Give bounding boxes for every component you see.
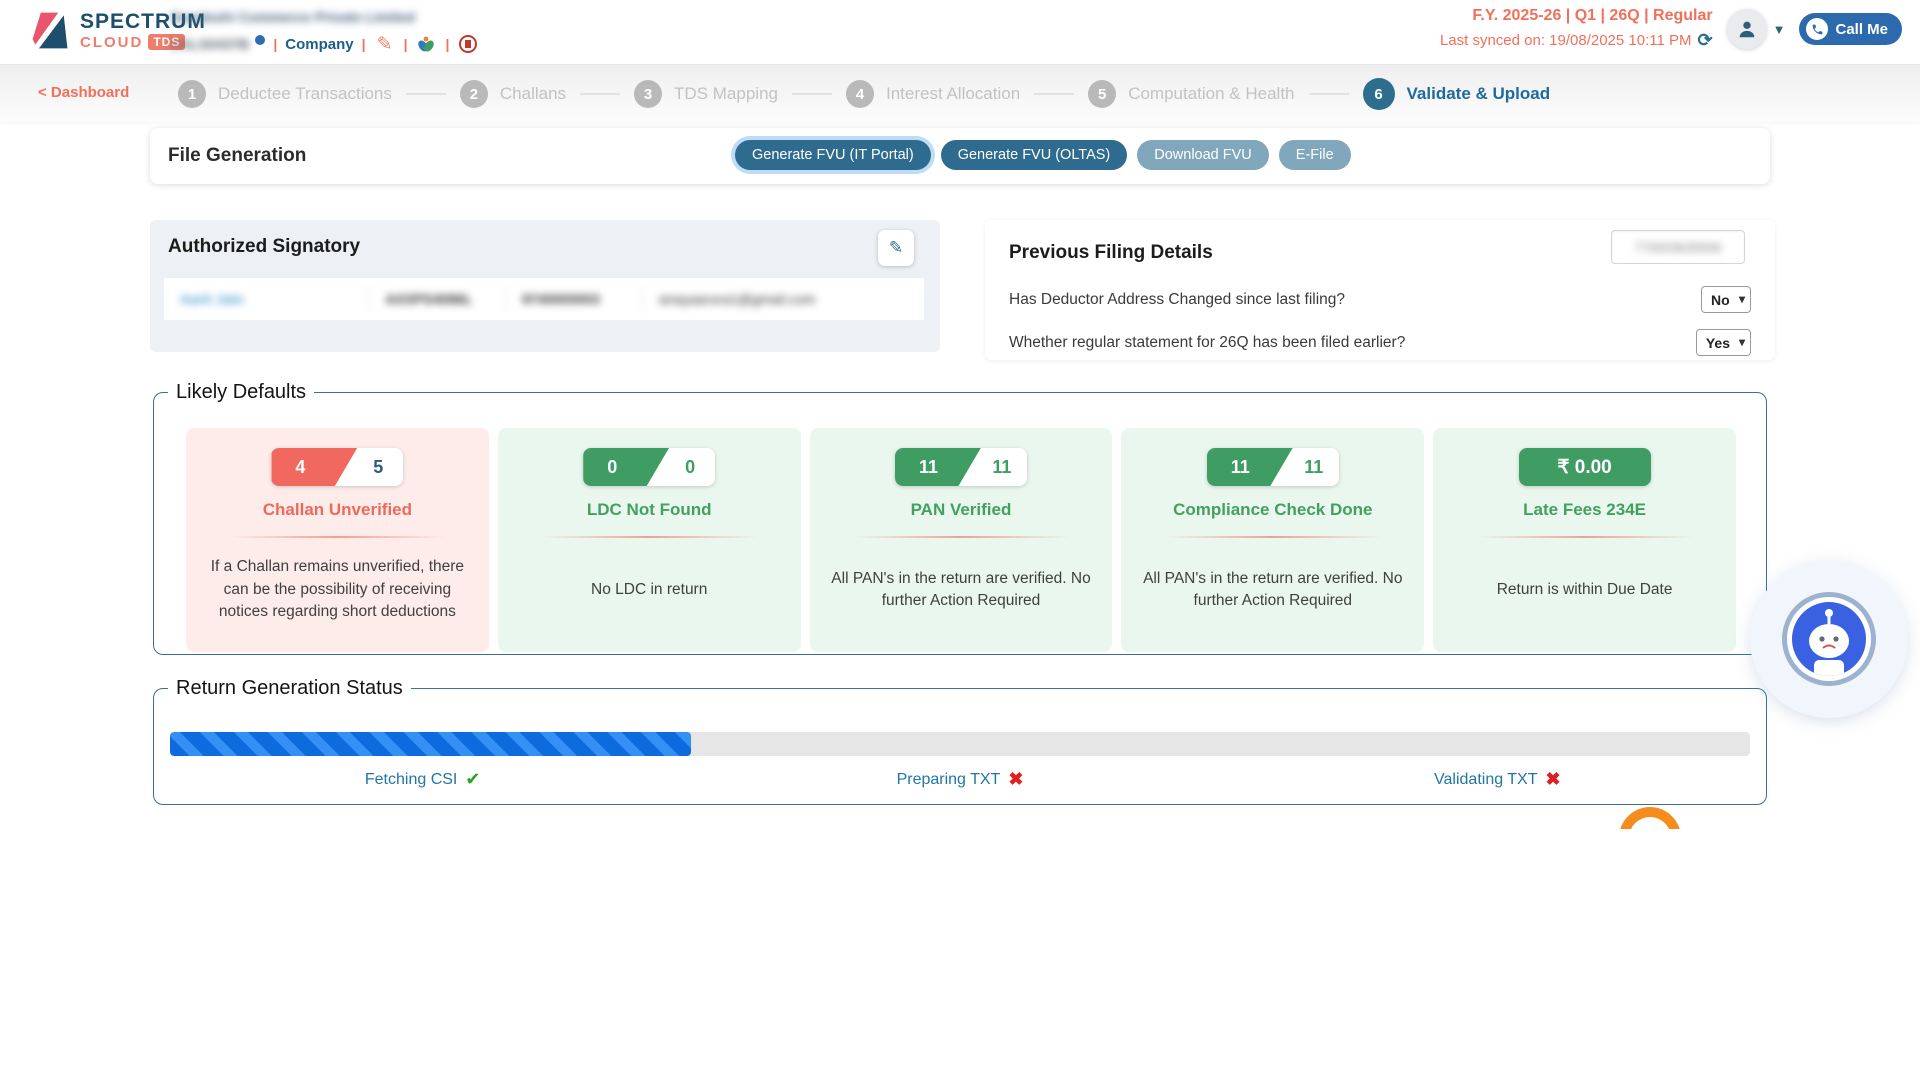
filing-context: F.Y. 2025-26 | Q1 | 26Q | Regular [1440,7,1713,25]
address-changed-question: Has Deductor Address Changed since last … [1009,291,1345,309]
app-header: SPECTRUM CLOUD TDS Swadeshi Commerce Pri… [0,0,1920,64]
step-connector [1034,93,1074,95]
refresh-icon[interactable]: ⟳ [1698,30,1713,51]
receipt-number-input[interactable]: 770003635936 [1611,230,1745,264]
progress-fill [170,732,691,756]
phone-icon [1806,18,1828,40]
select-caret-icon: ▾ [1739,335,1745,349]
edit-company-icon[interactable]: ✎ [374,33,396,55]
company-type-label[interactable]: Company [285,36,353,53]
avatar[interactable] [1727,9,1767,49]
company-name: Swadeshi Commerce Private Limited [170,9,479,25]
progress-bar [170,732,1750,756]
regular-statement-select[interactable]: Yes ▾ [1696,329,1751,356]
authorized-signatory-panel: Authorized Signatory ✎ Aarti Jain AXXPS4… [150,220,940,352]
chatbot-robot-icon [1792,602,1866,676]
card-challan-unverified: 4 5 Challan Unverified If a Challan rema… [186,428,489,652]
step-tds-mapping[interactable]: 3 TDS Mapping [634,80,778,108]
step-connector [792,93,832,95]
card-compliance-check: 11 11 Compliance Check Done All PAN's in… [1121,428,1424,652]
cross-icon: ✖ [1546,769,1561,790]
likely-defaults-section: Likely Defaults 4 5 Challan Unverified I… [153,381,1767,655]
edit-signatory-button[interactable]: ✎ [878,230,914,266]
call-me-button[interactable]: Call Me [1799,13,1902,45]
step-deductee-transactions[interactable]: 1 Deductee Transactions [178,80,392,108]
step-computation-health[interactable]: 5 Computation & Health [1088,80,1294,108]
company-tan: CALS0437B [170,36,249,52]
likely-defaults-title: Likely Defaults [168,381,314,404]
card-late-fees: ₹ 0.00 Late Fees 234E Return is within D… [1433,428,1736,652]
generate-fvu-it-portal-button[interactable]: Generate FVU (IT Portal) [735,140,931,170]
previous-filing-panel: Previous Filing Details 770003635936 Has… [985,220,1775,360]
cross-icon: ✖ [1008,769,1023,790]
signatory-name[interactable]: Aarti Jain [164,286,369,312]
count-badge: 11 11 [895,448,1027,486]
check-icon: ✔ [465,769,480,790]
signatory-phone: 9740000003 [506,286,643,312]
card-ldc-not-found: 0 0 LDC Not Found No LDC in return [498,428,801,652]
step-connector [406,93,446,95]
amount-badge: ₹ 0.00 [1519,448,1651,486]
wizard-stepper: < Dashboard 1 Deductee Transactions 2 Ch… [0,64,1920,122]
loading-spinner [1605,804,1695,829]
efile-button[interactable]: E-File [1279,140,1351,170]
traces-emblem-icon[interactable] [457,33,479,55]
step-validate-upload[interactable]: 6 Validate & Upload [1363,78,1551,110]
status-preparing-txt: Preparing TXT ✖ [691,769,1228,790]
step-challans[interactable]: 2 Challans [460,80,566,108]
return-status-title: Return Generation Status [168,677,411,700]
user-menu[interactable]: ▼ [1727,9,1786,49]
step-connector [1309,93,1349,95]
generate-fvu-oltas-button[interactable]: Generate FVU (OLTAS) [941,140,1128,170]
status-fetching-csi: Fetching CSI ✔ [154,769,691,790]
brand-sub: CLOUD [80,34,143,51]
count-badge: 4 5 [271,448,403,486]
previous-filing-title: Previous Filing Details [1009,242,1213,264]
tan-info-badge[interactable] [255,35,265,45]
chatbot-widget[interactable] [1750,560,1908,718]
spectrum-logo-icon [28,8,72,52]
select-caret-icon: ▾ [1739,292,1745,306]
card-pan-verified: 11 11 PAN Verified All PAN's in the retu… [810,428,1113,652]
return-generation-status-section: Return Generation Status Fetching CSI ✔ … [153,677,1767,805]
back-to-dashboard-link[interactable]: < Dashboard [38,84,129,101]
efiling-portal-icon[interactable] [415,33,437,55]
count-badge: 11 11 [1207,448,1339,486]
address-changed-select[interactable]: No ▾ [1701,286,1751,313]
last-synced: Last synced on: 19/08/2025 10:11 PM [1440,32,1692,49]
person-icon [1736,18,1758,40]
status-validating-txt: Validating TXT ✖ [1229,769,1766,790]
authorized-signatory-title: Authorized Signatory [168,236,360,258]
step-interest-allocation[interactable]: 4 Interest Allocation [846,80,1020,108]
file-generation-panel: File Generation Generate FVU (IT Portal)… [150,128,1770,184]
count-badge: 0 0 [583,448,715,486]
step-connector [580,93,620,95]
signatory-row: Aarti Jain AXXPS4086L 9740000003 anayaar… [164,278,924,320]
signatory-email: anayaarora1@gmail.com [643,286,924,312]
regular-statement-question: Whether regular statement for 26Q has be… [1009,334,1405,352]
download-fvu-button[interactable]: Download FVU [1137,140,1269,170]
signatory-pan: AXXPS4086L [369,286,506,312]
file-generation-title: File Generation [168,145,306,167]
chevron-down-icon[interactable]: ▼ [1773,22,1786,37]
